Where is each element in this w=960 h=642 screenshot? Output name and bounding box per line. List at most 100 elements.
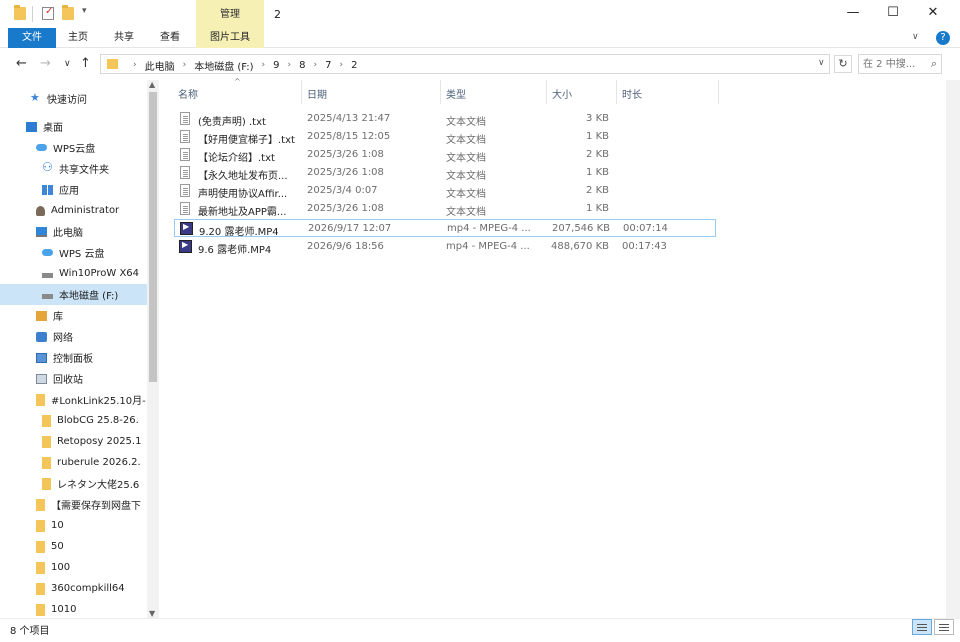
content-scrollbar[interactable]: [946, 80, 960, 618]
nav-control-panel[interactable]: 控制面板: [0, 347, 147, 368]
file-row[interactable]: 【论坛介绍】.txt 2025/3/26 1:08 文本文档 2 KB: [174, 146, 716, 164]
chevron-right-icon[interactable]: ›: [262, 60, 266, 70]
nav-label: 10: [51, 520, 64, 531]
chevron-right-icon[interactable]: ›: [288, 60, 292, 70]
column-divider[interactable]: [301, 80, 302, 104]
properties-icon[interactable]: [42, 6, 54, 20]
search-input[interactable]: [859, 55, 921, 73]
column-size[interactable]: 大小: [552, 86, 572, 101]
nav-quick-access[interactable]: 快速访问: [0, 88, 147, 109]
nav-local-disk-f[interactable]: 本地磁盘 (F:): [0, 284, 147, 305]
back-icon[interactable]: ←: [16, 56, 27, 71]
nav-label: 100: [51, 562, 71, 573]
nav-folder[interactable]: BlobCG 25.8-26.: [0, 410, 147, 431]
nav-desktop[interactable]: 桌面: [0, 116, 147, 137]
nav-folder[interactable]: 【需要保存到网盘下: [0, 494, 147, 515]
search-box[interactable]: ⌕: [858, 54, 942, 74]
file-row[interactable]: (免责声明) .txt 2025/4/13 21:47 文本文档 3 KB: [174, 110, 716, 128]
apps-icon: [42, 184, 53, 195]
new-folder-icon[interactable]: [62, 5, 74, 20]
nav-folder[interactable]: 100: [0, 557, 147, 578]
file-row[interactable]: 9.6 露老师.MP4 2026/9/6 18:56 mp4 - MPEG-4 …: [174, 238, 716, 256]
breadcrumb-7[interactable]: 7: [325, 60, 331, 71]
nav-folder[interactable]: 50: [0, 536, 147, 557]
scroll-down-icon[interactable]: ▼: [149, 609, 155, 618]
tab-file[interactable]: 文件: [8, 28, 56, 48]
breadcrumb-2[interactable]: 2: [351, 60, 357, 71]
column-divider[interactable]: [616, 80, 617, 104]
breadcrumb-drive-f[interactable]: 本地磁盘 (F:): [194, 58, 253, 73]
file-row[interactable]: 9.20 露老师.MP4 2026/9/17 12:07 mp4 - MPEG-…: [174, 219, 716, 238]
nav-scrollbar[interactable]: ▲ ▼: [147, 80, 159, 618]
column-divider[interactable]: [718, 80, 719, 104]
address-bar[interactable]: › 此电脑 › 本地磁盘 (F:) › 9 › 8 › 7 › 2: [100, 54, 830, 74]
text-file-icon: [180, 148, 190, 161]
nav-administrator[interactable]: Administrator: [0, 200, 147, 221]
breadcrumb-8[interactable]: 8: [299, 60, 305, 71]
file-date: 2025/3/26 1:08: [307, 167, 384, 178]
file-date: 2026/9/6 18:56: [307, 241, 384, 252]
star-icon: [30, 91, 41, 104]
nav-wps-cloud[interactable]: WPS云盘: [0, 137, 147, 158]
nav-apps[interactable]: 应用: [0, 179, 147, 200]
manage-tab-group[interactable]: 管理: [196, 0, 264, 28]
chevron-up-icon[interactable]: ∨: [912, 32, 919, 42]
text-file-icon: [180, 202, 190, 215]
file-row[interactable]: 【永久地址发布页... 2025/3/26 1:08 文本文档 1 KB: [174, 164, 716, 182]
column-divider[interactable]: [546, 80, 547, 104]
file-row[interactable]: 【好用便宜梯子】.txt 2025/8/15 12:05 文本文档 1 KB: [174, 128, 716, 146]
up-icon[interactable]: ↑: [80, 56, 91, 71]
nav-folder[interactable]: ruberule 2026.2.: [0, 452, 147, 473]
nav-win10-drive[interactable]: Win10ProW X64: [0, 263, 147, 284]
tab-home[interactable]: 主页: [68, 28, 88, 48]
text-file-icon: [180, 130, 190, 143]
nav-this-pc[interactable]: 此电脑: [0, 221, 147, 242]
address-dropdown-icon[interactable]: ∨: [818, 58, 825, 68]
scrollbar-thumb[interactable]: [149, 92, 157, 382]
tab-picture-tools[interactable]: 图片工具: [196, 28, 264, 48]
tab-view[interactable]: 查看: [160, 28, 180, 48]
scroll-up-icon[interactable]: ▲: [149, 80, 155, 89]
help-icon[interactable]: ?: [936, 31, 950, 45]
refresh-icon[interactable]: ↻: [834, 55, 852, 73]
nav-wps-disk[interactable]: WPS 云盘: [0, 242, 147, 263]
nav-folder[interactable]: #LonkLink25.10月-: [0, 389, 147, 410]
breadcrumb-9[interactable]: 9: [273, 60, 279, 71]
chevron-right-icon[interactable]: ›: [340, 60, 344, 70]
tab-share[interactable]: 共享: [114, 28, 134, 48]
file-length: 00:17:43: [622, 241, 667, 252]
file-date: 2025/4/13 21:47: [307, 113, 391, 124]
column-name[interactable]: 名称: [178, 86, 198, 101]
nav-label: 【需要保存到网盘下: [51, 501, 141, 512]
chevron-right-icon[interactable]: ›: [314, 60, 318, 70]
file-date: 2025/3/26 1:08: [307, 203, 384, 214]
breadcrumb-this-pc[interactable]: 此电脑: [145, 58, 175, 73]
nav-label: ruberule 2026.2.: [57, 457, 141, 468]
close-button[interactable]: ✕: [910, 0, 956, 28]
nav-folder[interactable]: 1010: [0, 599, 147, 618]
nav-network[interactable]: 网络: [0, 326, 147, 347]
recent-locations-icon[interactable]: ∨: [64, 59, 71, 69]
nav-label: 网络: [53, 333, 73, 344]
nav-folder[interactable]: Retoposy 2025.1: [0, 431, 147, 452]
nav-recycle-bin[interactable]: 回收站: [0, 368, 147, 389]
nav-shared-folder[interactable]: 共享文件夹: [0, 158, 147, 179]
column-divider[interactable]: [440, 80, 441, 104]
user-icon: [36, 205, 45, 216]
chevron-right-icon[interactable]: ›: [183, 60, 187, 70]
column-length[interactable]: 时长: [622, 86, 642, 101]
nav-folder[interactable]: 10: [0, 515, 147, 536]
nav-folder[interactable]: レネタン大佬25.6: [0, 473, 147, 494]
large-icons-view-icon[interactable]: [934, 619, 954, 635]
details-view-icon[interactable]: [912, 619, 932, 635]
forward-icon[interactable]: →: [40, 56, 51, 71]
customize-toolbar-icon[interactable]: ▾: [82, 6, 87, 16]
nav-folder[interactable]: 360compkill64: [0, 578, 147, 599]
column-date[interactable]: 日期: [307, 86, 327, 101]
column-type[interactable]: 类型: [446, 86, 466, 101]
nav-libraries[interactable]: 库: [0, 305, 147, 326]
chevron-right-icon: ›: [133, 60, 137, 70]
file-row[interactable]: 最新地址及APP霸... 2025/3/26 1:08 文本文档 1 KB: [174, 200, 716, 218]
share-icon: [42, 160, 53, 174]
file-row[interactable]: 声明使用协议Affir... 2025/3/4 0:07 文本文档 2 KB: [174, 182, 716, 200]
